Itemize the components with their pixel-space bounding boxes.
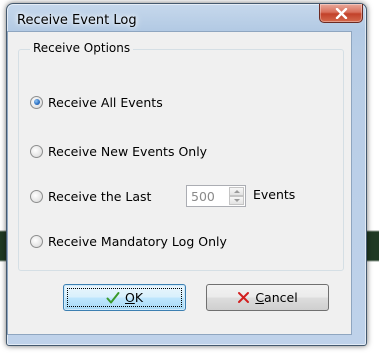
radio-receive-last[interactable] [30, 189, 43, 203]
group-legend: Receive Options [30, 41, 134, 55]
background-right-edge [367, 0, 379, 354]
option-receive-mandatory[interactable]: Receive Mandatory Log Only [30, 232, 227, 250]
last-count-stepper[interactable]: 500 [186, 185, 246, 207]
stepper-up-arrow[interactable] [229, 187, 244, 196]
ok-button-label: OK [124, 290, 144, 305]
checkmark-icon [106, 291, 120, 305]
ok-button[interactable]: OK [63, 284, 186, 311]
radio-receive-new-only[interactable] [30, 144, 43, 158]
cross-icon [237, 291, 250, 304]
radio-receive-all[interactable] [30, 95, 43, 109]
option-label: Receive All Events [48, 94, 163, 110]
stepper-down-arrow[interactable] [229, 196, 244, 205]
stepper-buttons [229, 187, 244, 205]
option-label: Receive New Events Only [48, 143, 208, 159]
option-label: Receive Mandatory Log Only [48, 233, 227, 249]
last-count-value[interactable]: 500 [191, 189, 215, 204]
window-title: Receive Event Log [17, 13, 137, 28]
option-receive-last[interactable]: Receive the Last [30, 187, 151, 205]
option-receive-all[interactable]: Receive All Events [30, 93, 163, 111]
close-button[interactable] [319, 4, 363, 23]
option-label: Receive the Last [48, 188, 152, 204]
radio-receive-mandatory[interactable] [30, 234, 43, 248]
cancel-button[interactable]: Cancel [206, 284, 329, 311]
cancel-button-label: Cancel [255, 290, 298, 305]
events-suffix-label: Events [253, 187, 296, 202]
option-receive-new-only[interactable]: Receive New Events Only [30, 142, 207, 160]
close-icon [335, 8, 348, 19]
